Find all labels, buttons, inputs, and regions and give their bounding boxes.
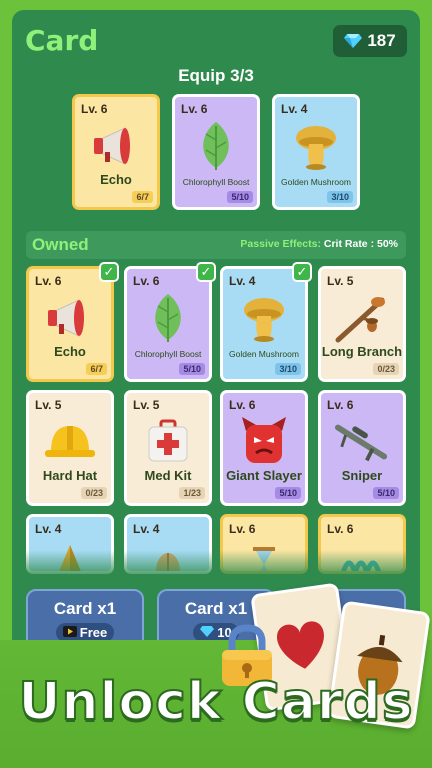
promo-title: Unlock Cards	[17, 671, 414, 733]
mushroom-icon	[236, 291, 292, 345]
gem-icon	[200, 625, 215, 640]
card-name: Golden Mushroom	[229, 349, 299, 359]
card-name: Chlorophyll Boost	[182, 177, 250, 187]
card-progress: 3/10	[327, 191, 353, 203]
owned-card-giant-slayer[interactable]: Lv. 6 Giant Slayer 5/10	[220, 390, 308, 506]
card-name: Med Kit	[144, 468, 192, 483]
card-name: Giant Slayer	[226, 468, 302, 483]
card-progress: 5/10	[275, 487, 301, 499]
card-progress: 1/23	[179, 487, 205, 499]
gem-counter[interactable]: 187	[333, 25, 407, 57]
card-name: Hard Hat	[42, 468, 98, 483]
passive-label: Passive Effects:	[240, 238, 321, 250]
owned-card-med-kit[interactable]: Lv. 5 Med Kit 1/23	[124, 390, 212, 506]
gem-count: 187	[367, 31, 396, 50]
card-level: Lv. 4	[133, 522, 160, 536]
card-level: Lv. 6	[327, 398, 354, 412]
owned-label: Owned	[32, 235, 89, 254]
owned-card-hard-hat[interactable]: Lv. 5 Hard Hat 0/23	[26, 390, 114, 506]
devil-icon	[236, 415, 292, 469]
leaf-icon	[188, 119, 244, 173]
card-progress: 0/23	[81, 487, 107, 499]
card-name: Golden Mushroom	[281, 177, 351, 187]
card-level: Lv. 5	[133, 398, 160, 412]
button-label: Card x1	[53, 599, 117, 618]
owned-header: Owned Passive Effects: Crit Rate : 50%	[26, 231, 406, 259]
button-sub-label: Free	[79, 625, 108, 640]
card-level: Lv. 6	[327, 522, 354, 536]
passive-effects: Passive Effects: Crit Rate : 50%	[240, 238, 398, 250]
card-name: Chlorophyll Boost	[134, 349, 202, 359]
card-name: Echo	[54, 344, 86, 359]
equip-card-chlorophyll-boost[interactable]: Lv. 6 Chlorophyll Boost 5/10	[172, 94, 260, 210]
equip-title: Equip 3/3	[178, 66, 254, 85]
branch-icon	[334, 291, 390, 345]
card-level: Lv. 4	[229, 274, 256, 288]
card-progress: 6/7	[86, 363, 107, 375]
gem-icon	[344, 34, 363, 48]
passive-value: Crit Rate : 50%	[323, 238, 398, 250]
card-progress: 3/10	[275, 363, 301, 375]
card-name: Echo	[100, 172, 132, 187]
owned-card-long-branch[interactable]: Lv. 5 Long Branch 0/23	[318, 266, 406, 382]
equipped-check-icon: ✓	[292, 262, 312, 282]
card-panel: Card 187 Equip 3/3 Lv. 6 Echo 6/7 Lv. 6 …	[12, 10, 420, 660]
card-progress: 5/10	[373, 487, 399, 499]
card-progress: 5/10	[179, 363, 205, 375]
sniper-rifle-icon	[334, 415, 390, 469]
card-name: Long Branch	[321, 344, 403, 359]
owned-card-sniper[interactable]: Lv. 6 Sniper 5/10	[318, 390, 406, 506]
med-kit-icon	[140, 415, 196, 469]
video-icon	[62, 625, 77, 640]
mushroom-icon	[288, 119, 344, 173]
card-progress: 6/7	[132, 191, 153, 203]
megaphone-icon	[88, 119, 144, 173]
megaphone-icon	[42, 291, 98, 345]
owned-card-golden-mushroom[interactable]: Lv. 4 Golden Mushroom 3/10	[220, 266, 308, 382]
card-progress: 0/23	[373, 363, 399, 375]
card-level: Lv. 6	[181, 102, 208, 116]
card-level: Lv. 6	[229, 398, 256, 412]
card-progress: 5/10	[227, 191, 253, 203]
hard-hat-icon	[42, 415, 98, 469]
owned-card-echo[interactable]: Lv. 6 Echo 6/7	[26, 266, 114, 382]
equip-card-echo[interactable]: Lv. 6 Echo 6/7	[72, 94, 160, 210]
card-level: Lv. 6	[35, 274, 62, 288]
card-level: Lv. 4	[281, 102, 308, 116]
leaf-icon	[140, 291, 196, 345]
card-level: Lv. 5	[327, 274, 354, 288]
card-name: Sniper	[341, 468, 383, 483]
scroll-fade	[26, 550, 406, 580]
card-level: Lv. 6	[133, 274, 160, 288]
page-title: Card	[25, 24, 99, 57]
card-level: Lv. 5	[35, 398, 62, 412]
equipped-check-icon: ✓	[99, 262, 119, 282]
card-level: Lv. 6	[81, 102, 108, 116]
card-level: Lv. 6	[229, 522, 256, 536]
equipped-check-icon: ✓	[196, 262, 216, 282]
owned-card-chlorophyll-boost[interactable]: Lv. 6 Chlorophyll Boost 5/10	[124, 266, 212, 382]
equip-card-golden-mushroom[interactable]: Lv. 4 Golden Mushroom 3/10	[272, 94, 360, 210]
card-level: Lv. 4	[35, 522, 62, 536]
